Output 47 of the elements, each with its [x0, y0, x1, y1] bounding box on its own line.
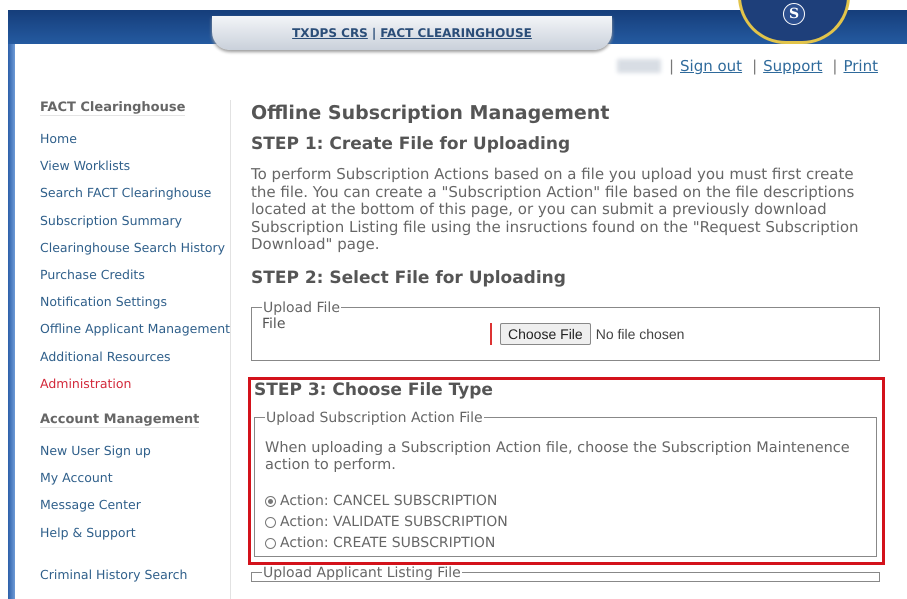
radio-label[interactable]: Action: VALIDATE SUBSCRIPTION [280, 514, 508, 530]
choose-file-button[interactable]: Choose File [500, 322, 591, 344]
seal-logo: S [738, 0, 850, 44]
sidebar-link[interactable]: Additional Resources [40, 342, 171, 370]
sidebar-link[interactable]: Notification Settings [40, 288, 167, 316]
separator: | [832, 57, 838, 75]
sidebar-link[interactable]: Search FACT Clearinghouse [40, 179, 212, 207]
radio-label[interactable]: Action: CANCEL SUBSCRIPTION [280, 493, 498, 509]
radio-button[interactable] [265, 538, 276, 548]
radio-label[interactable]: Action: CREATE SUBSCRIPTION [280, 535, 496, 551]
sidebar-link[interactable]: Purchase Credits [40, 261, 145, 288]
sidebar-heading: FACT Clearinghouse [40, 100, 186, 116]
fact-clearinghouse-link[interactable]: FACT CLEARINGHOUSE [380, 26, 532, 40]
required-marker [490, 322, 492, 344]
separator: | [668, 57, 674, 75]
step-heading: STEP 2: Select File for Uploading [251, 268, 567, 288]
sidebar-link[interactable]: New User Sign up [40, 437, 151, 464]
sidebar-link[interactable]: Offline Applicant Management [40, 315, 230, 343]
group-legend: Upload Applicant Listing File [262, 564, 462, 580]
sidebar-link[interactable]: View Worklists [40, 152, 130, 180]
separator: | [372, 26, 376, 40]
group-legend: Upload Subscription Action File [265, 410, 484, 426]
step-description: To perform Subscription Actions based on a file you upload you must first create the file. You can create a "Subscription Action" file based on the file descriptions located at the bottom of this page, or you can submit a previously download Subscription Listing file using the insructions found on the "Request Subscription Download" page. [251, 166, 860, 254]
instruction-text: When uploading a Subscription Action file, choose the Subscription Maintenence action to perform. [265, 440, 851, 474]
sidebar-link[interactable]: Help & Support [40, 518, 136, 546]
top-link[interactable]: Print [843, 57, 878, 75]
step-heading: STEP 1: Create File for Uploading [251, 134, 572, 154]
radio-button[interactable] [265, 496, 276, 506]
top-link[interactable]: Support [763, 57, 822, 75]
top-link[interactable]: Sign out [680, 57, 742, 75]
separator: | [752, 57, 758, 75]
blurred-username [616, 59, 661, 73]
radio-button[interactable] [265, 516, 276, 528]
sidebar-heading: Account Management [40, 412, 200, 428]
sidebar-link[interactable]: Home [40, 125, 77, 152]
group-legend: Upload File [262, 300, 341, 316]
txdps-crs-link[interactable]: TXDPS CRS [292, 26, 368, 40]
step-heading: STEP 3: Choose File Type [254, 380, 494, 400]
sidebar-link[interactable]: Administration [40, 370, 132, 398]
file-status: No file chosen [596, 326, 684, 342]
sidebar-link[interactable]: My Account [40, 464, 113, 492]
field-label: File [262, 316, 286, 332]
sidebar-link[interactable]: Clearinghouse Search History [40, 234, 226, 262]
sidebar-link[interactable]: Subscription Summary [40, 206, 182, 234]
page-title: Offline Subscription Management [251, 102, 610, 124]
sidebar-link[interactable]: Message Center [40, 491, 141, 519]
sidebar-link[interactable]: Criminal History Search [40, 560, 188, 588]
